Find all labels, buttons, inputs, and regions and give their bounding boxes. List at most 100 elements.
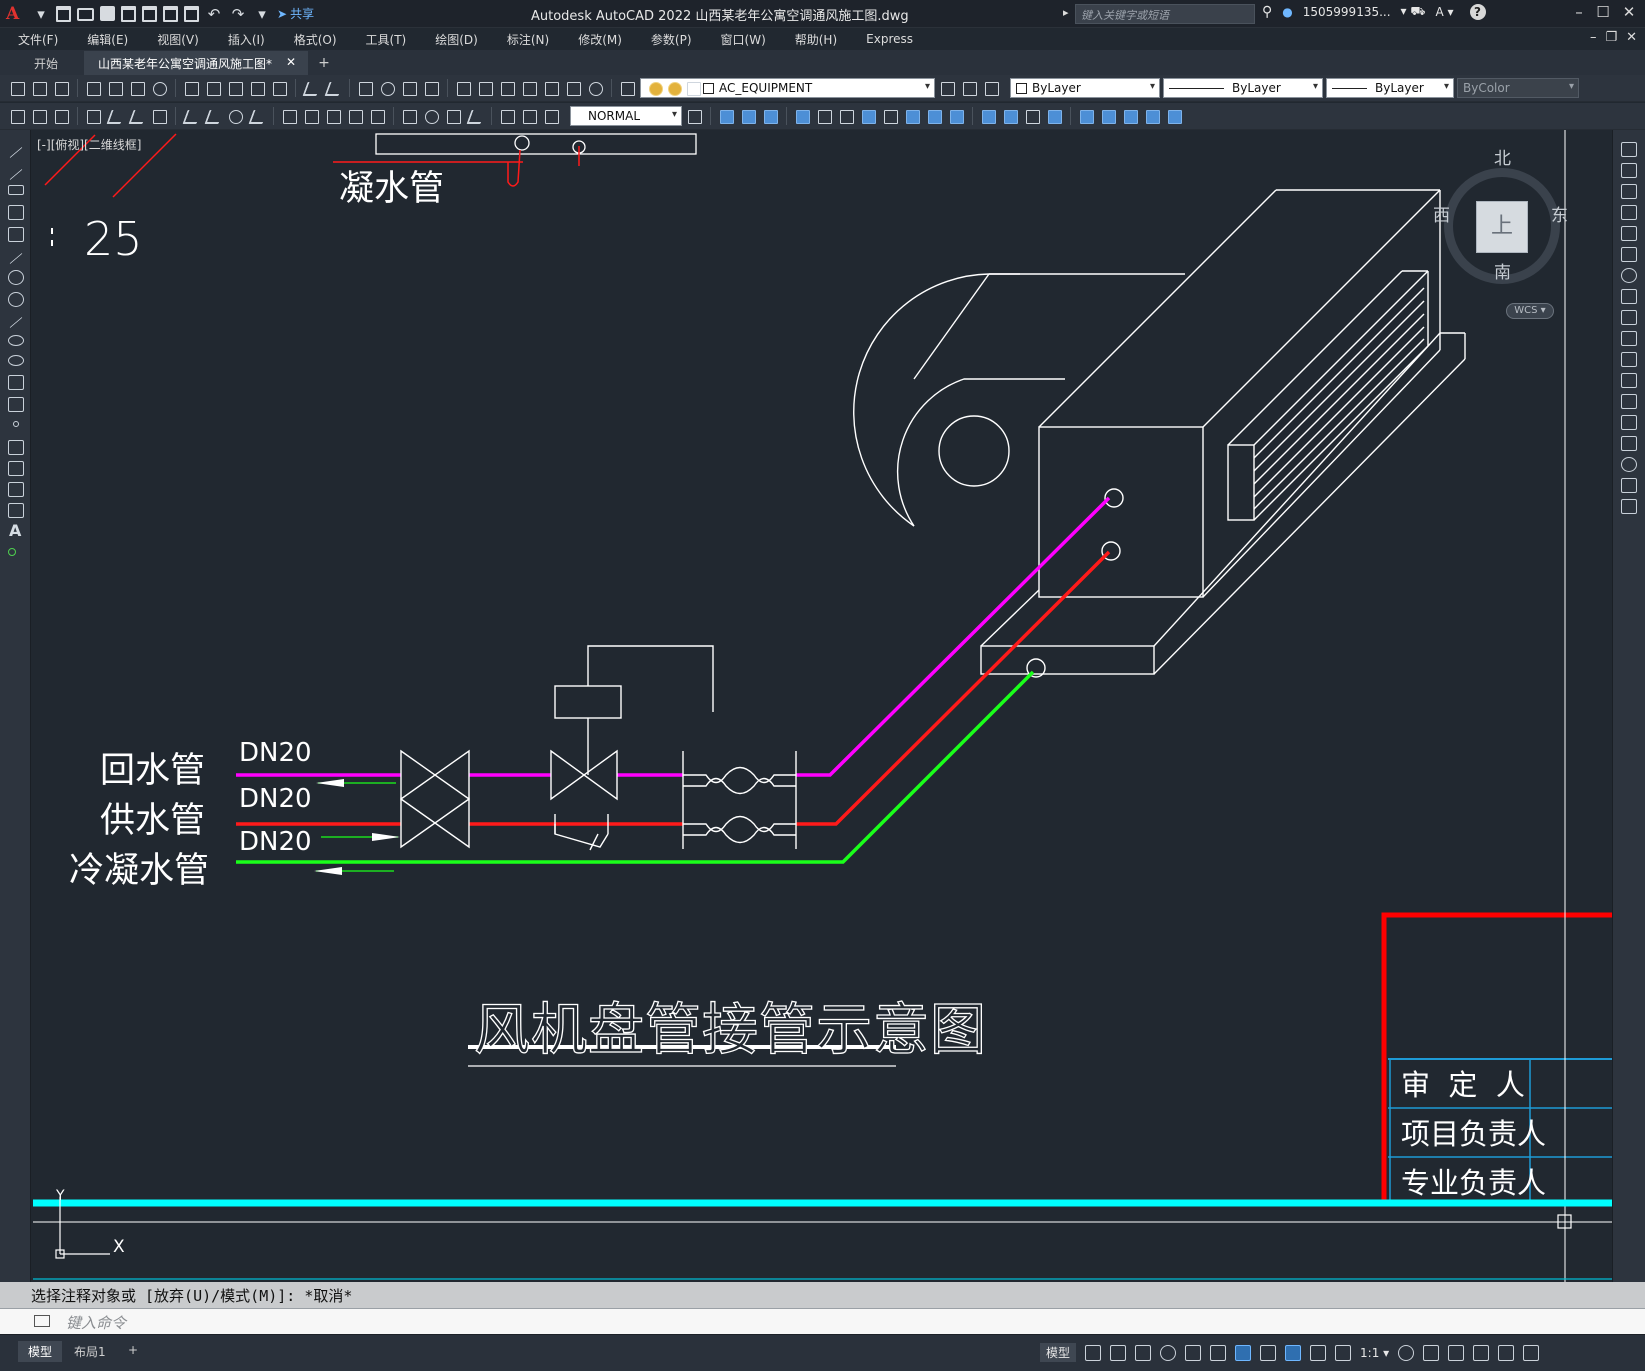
doc-minimize-button[interactable]: –: [1590, 30, 1597, 45]
region-icon[interactable]: [8, 482, 24, 497]
model-space-button[interactable]: 模型: [1040, 1343, 1077, 1362]
help-icon[interactable]: ?: [1469, 4, 1486, 20]
menu-file[interactable]: 文件(F): [0, 31, 69, 48]
extrude-icon[interactable]: [859, 108, 878, 125]
clean-screen-icon[interactable]: [1498, 1344, 1515, 1361]
3d-print-icon[interactable]: [150, 80, 169, 97]
hardware-acceleration-icon[interactable]: [1473, 1344, 1490, 1361]
radius-dim-icon[interactable]: [182, 108, 201, 125]
plot-preview-icon[interactable]: [106, 80, 125, 97]
mirror-icon[interactable]: [1621, 184, 1637, 199]
render-icon[interactable]: [1023, 108, 1042, 125]
object-snap-tracking-icon[interactable]: [1210, 1344, 1227, 1361]
copy-object-icon[interactable]: [1621, 163, 1637, 178]
torus-icon[interactable]: [1143, 108, 1162, 125]
undo-icon[interactable]: [302, 80, 321, 97]
aligned-dim-icon[interactable]: [106, 108, 125, 125]
viewcube-top-face[interactable]: 上: [1476, 201, 1528, 253]
visual-style-icon[interactable]: [979, 108, 998, 125]
dim-text-edit-icon[interactable]: [520, 108, 539, 125]
construction-line-icon[interactable]: [9, 168, 23, 181]
isodraft-icon[interactable]: [1185, 1344, 1202, 1361]
snap-icon[interactable]: [1110, 1344, 1127, 1361]
arc-icon[interactable]: [9, 252, 23, 265]
chamfer-icon[interactable]: [1621, 436, 1637, 451]
materials-icon[interactable]: [1045, 108, 1064, 125]
match-properties-icon[interactable]: [248, 80, 267, 97]
layer-states-icon[interactable]: [982, 80, 1001, 97]
tab-close-icon[interactable]: ✕: [286, 55, 296, 75]
compass-west[interactable]: 西: [1433, 201, 1450, 226]
revision-cloud-icon[interactable]: [8, 292, 24, 307]
join-icon[interactable]: [1621, 415, 1637, 430]
object-snap-icon[interactable]: [1235, 1344, 1252, 1361]
polygon-icon[interactable]: [8, 205, 24, 220]
pan-icon[interactable]: [356, 80, 375, 97]
minimize-button[interactable]: –: [1568, 3, 1590, 21]
drawing-canvas[interactable]: [-][俯视][二维线框] 凝水管 25 回水管 供水管 冷凝水管 DN20 D…: [31, 130, 1612, 1282]
menu-express[interactable]: Express: [848, 32, 924, 46]
jogged-dim-icon[interactable]: [204, 108, 223, 125]
menu-view[interactable]: 视图(V): [139, 31, 210, 48]
menu-dimension[interactable]: 标注(N): [489, 31, 560, 48]
tab-layout1[interactable]: 布局1: [64, 1341, 116, 1362]
block-editor-icon[interactable]: [270, 80, 289, 97]
menu-parametric[interactable]: 参数(P): [633, 31, 703, 48]
compass-east[interactable]: 东: [1551, 201, 1568, 226]
redo-icon[interactable]: ↷: [229, 6, 247, 22]
isolate-objects-icon[interactable]: [1448, 1344, 1465, 1361]
solid-intersect-icon[interactable]: [837, 108, 856, 125]
menu-help[interactable]: 帮助(H): [777, 31, 848, 48]
inspection-icon[interactable]: [444, 108, 463, 125]
update-fields-icon[interactable]: [52, 108, 71, 125]
tool-palettes-icon[interactable]: [498, 80, 517, 97]
scale-icon[interactable]: [1621, 289, 1637, 304]
plus-icon[interactable]: [1423, 1344, 1440, 1361]
make-block-icon[interactable]: [8, 397, 24, 412]
new-tab-button[interactable]: +: [308, 51, 340, 75]
export-icon[interactable]: [163, 5, 178, 22]
zoom-window-icon[interactable]: [400, 80, 419, 97]
wedge-icon[interactable]: [1121, 108, 1140, 125]
box-icon[interactable]: [1077, 108, 1096, 125]
qselect-icon[interactable]: [8, 108, 27, 125]
plotstyle-dropdown[interactable]: ByColor ▾: [1457, 78, 1579, 98]
menu-modify[interactable]: 修改(M): [560, 31, 633, 48]
hatch-icon[interactable]: [8, 440, 24, 455]
lineweight-icon[interactable]: [1260, 1344, 1277, 1361]
print-icon[interactable]: [184, 5, 199, 22]
explode-icon[interactable]: [1621, 499, 1637, 514]
trim-icon[interactable]: [1621, 331, 1637, 346]
dim-edit-icon[interactable]: [498, 108, 517, 125]
save-as-icon[interactable]: [121, 5, 136, 22]
multiline-text-icon[interactable]: A: [9, 521, 21, 540]
array-icon[interactable]: [1621, 226, 1637, 241]
add-selected-icon[interactable]: [8, 548, 16, 556]
search-input[interactable]: 键入关键字或短语: [1075, 4, 1255, 24]
paste-icon[interactable]: [226, 80, 245, 97]
insert-block-icon[interactable]: [8, 375, 24, 390]
zoom-realtime-icon[interactable]: [378, 80, 397, 97]
dimstyle-dropdown[interactable]: NORMAL ▾: [570, 106, 682, 126]
customize-icon[interactable]: ▾: [253, 6, 271, 22]
ordinate-dim-icon[interactable]: [150, 108, 169, 125]
close-button[interactable]: ✕: [1618, 3, 1640, 21]
polyline-icon[interactable]: [8, 185, 24, 195]
tolerance-icon[interactable]: [400, 108, 419, 125]
revolve-icon[interactable]: [925, 108, 944, 125]
menu-insert[interactable]: 插入(I): [210, 31, 276, 48]
dim-update-icon[interactable]: [542, 108, 561, 125]
gradient-icon[interactable]: [8, 461, 24, 476]
continue-dim-icon[interactable]: [324, 108, 343, 125]
annotation-scale-icon[interactable]: [1335, 1344, 1352, 1361]
command-input[interactable]: 键入命令: [0, 1308, 1645, 1334]
rotate-icon[interactable]: [1621, 268, 1637, 283]
grid-icon[interactable]: [1085, 1344, 1102, 1361]
linear-dim-icon[interactable]: [84, 108, 103, 125]
new-icon[interactable]: [8, 80, 27, 97]
menu-window[interactable]: 窗口(W): [703, 31, 777, 48]
extend-icon[interactable]: [1621, 352, 1637, 367]
make-object-layer-current-icon[interactable]: [938, 80, 957, 97]
sweep-icon[interactable]: [903, 108, 922, 125]
color-dropdown[interactable]: ByLayer ▾: [1010, 78, 1160, 98]
